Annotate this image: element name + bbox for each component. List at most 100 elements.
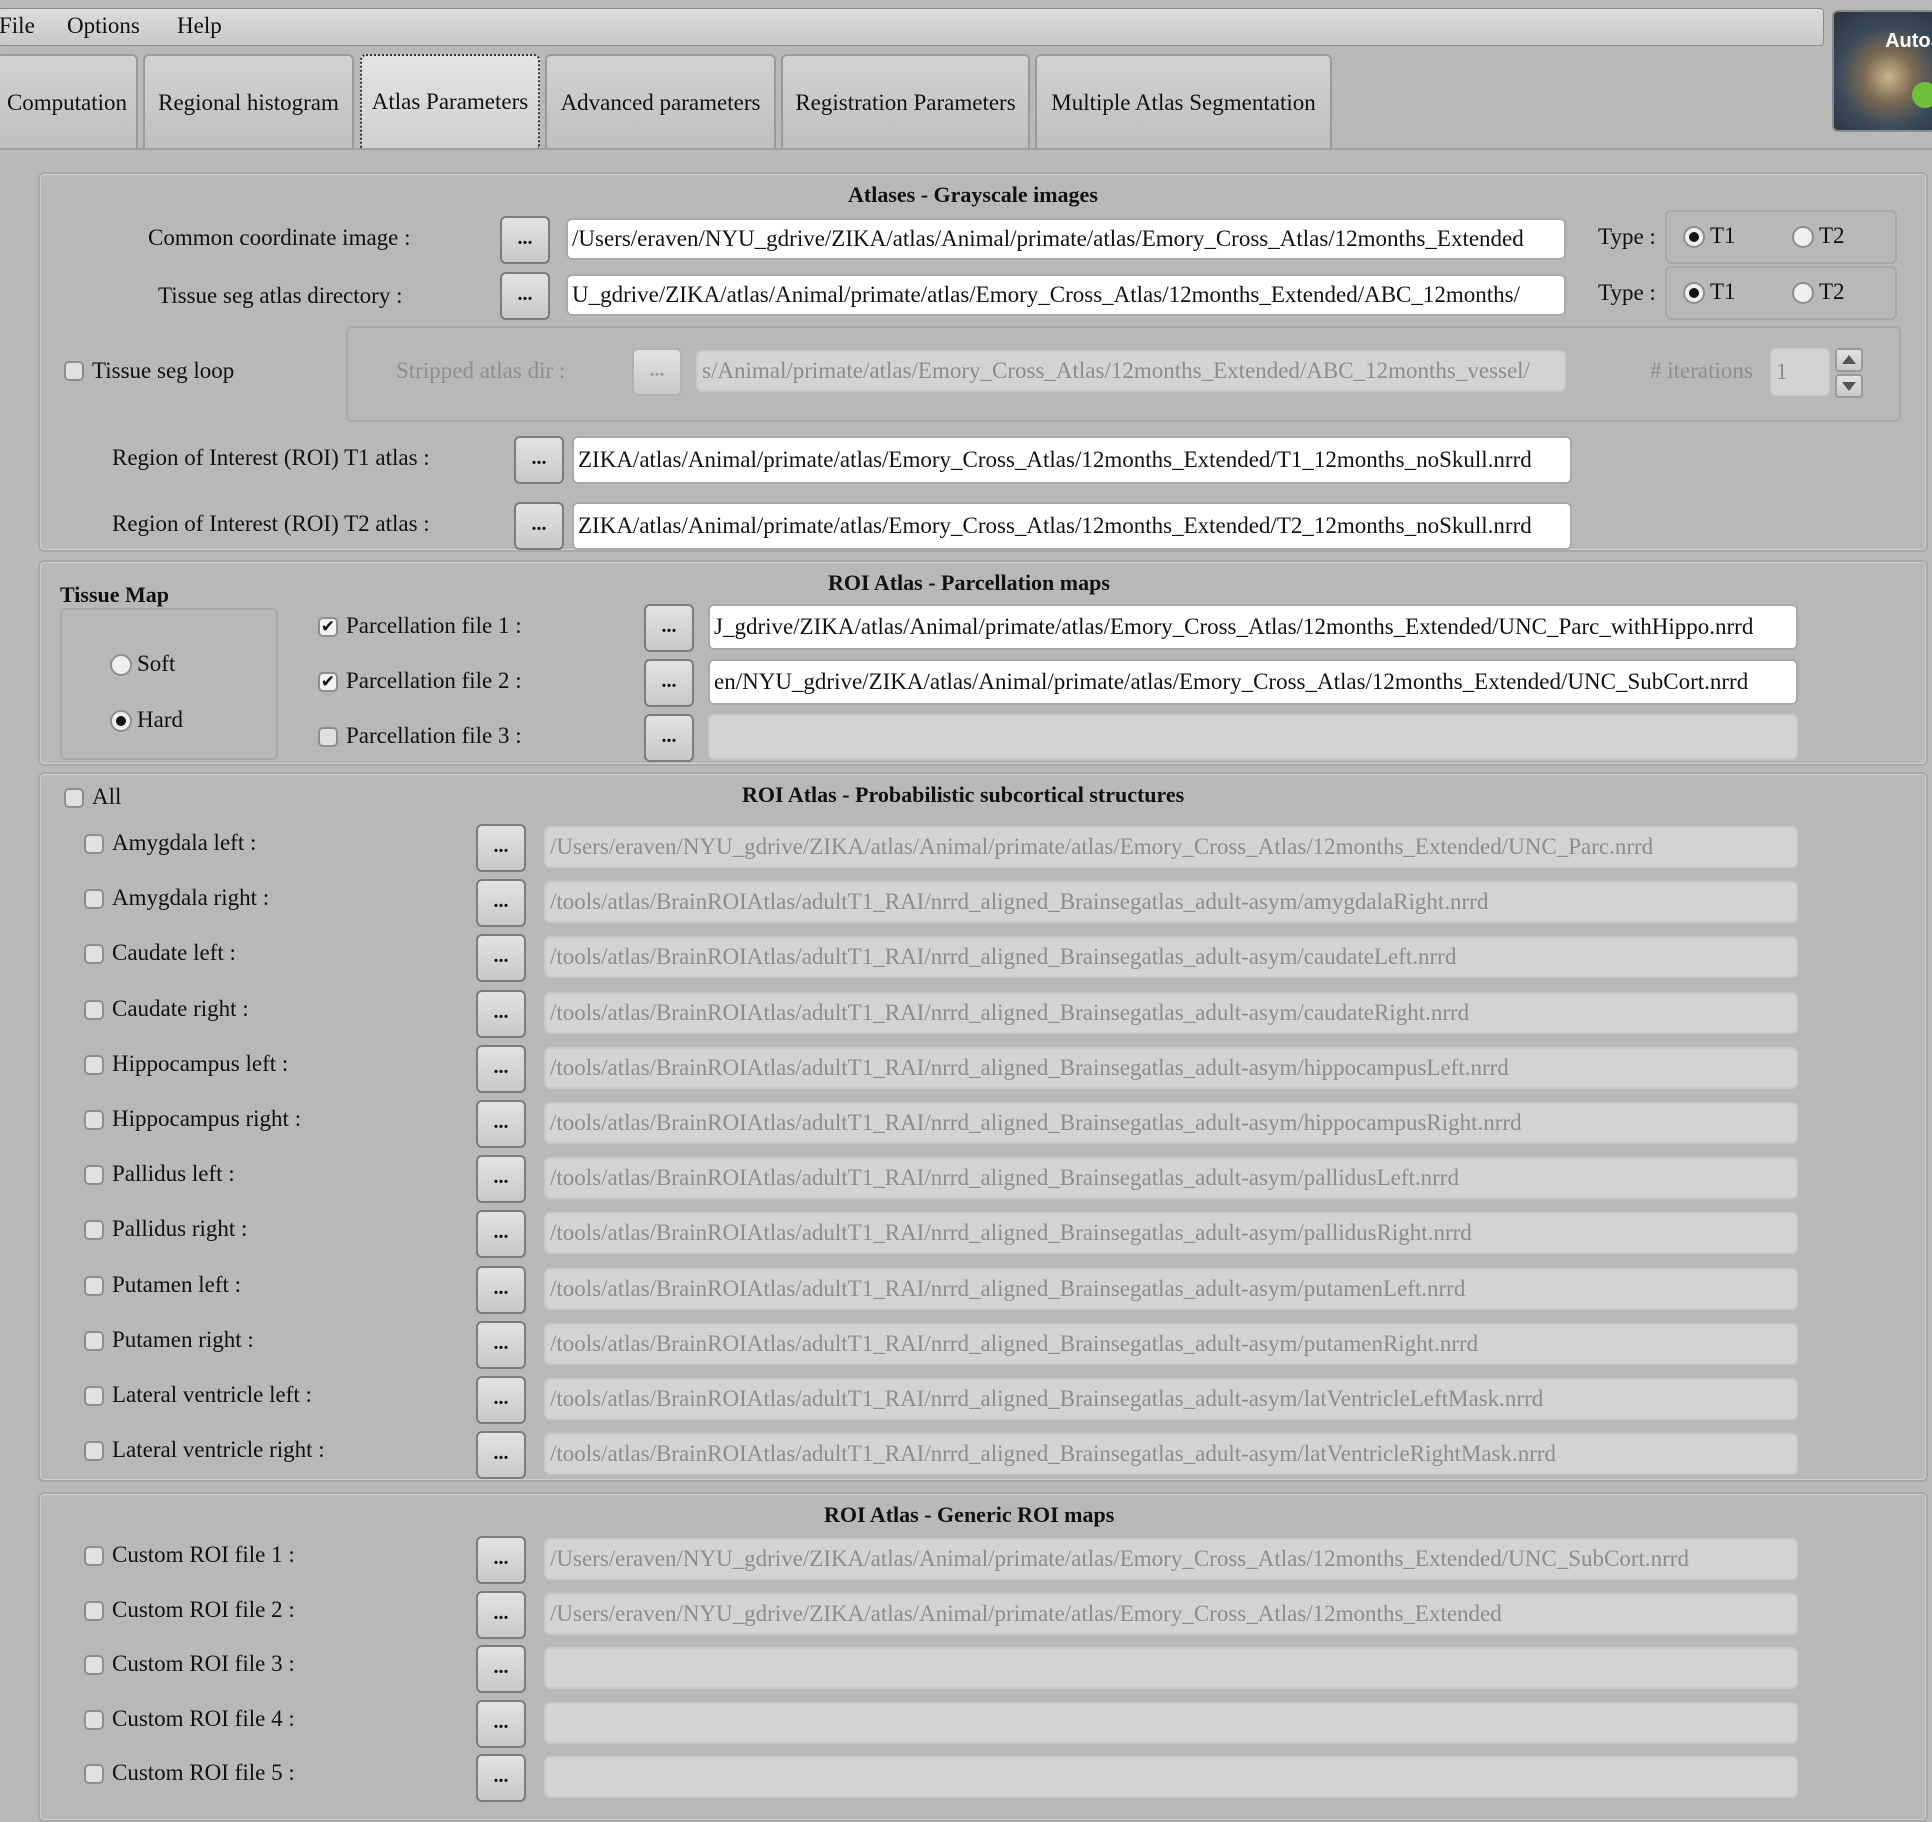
subcortical-structure-label: Hippocampus right : <box>112 1106 302 1131</box>
iterations-increment-button[interactable] <box>1835 348 1863 372</box>
subcortical-structure-label: Putamen left : <box>112 1271 242 1297</box>
parcellation-file-1-label: Parcellation file 1 : <box>346 613 522 638</box>
custom-roi-file-checkbox[interactable] <box>84 1546 104 1566</box>
menu-options[interactable]: Options <box>67 13 140 39</box>
subcortical-structure-browse-button[interactable]: ... <box>476 1100 526 1148</box>
subcortical-structure-checkbox[interactable] <box>84 944 104 965</box>
tissue-map-soft-radio[interactable] <box>110 654 132 676</box>
custom-roi-file-label: Custom ROI file 4 : <box>112 1705 295 1731</box>
parcellation-file-1-checkbox[interactable]: ✔ <box>318 617 338 637</box>
custom-roi-file-browse-button[interactable]: ... <box>476 1754 526 1802</box>
tissue-type-t2-radio[interactable] <box>1792 282 1814 304</box>
custom-roi-file-checkbox[interactable] <box>84 1600 104 1621</box>
custom-roi-file-input[interactable]: /Users/eraven/NYU_gdrive/ZIKA/atlas/Anim… <box>544 1592 1798 1635</box>
tissue-type-label: Type : <box>1598 280 1656 305</box>
tab-registration-parameters[interactable]: Registration Parameters <box>781 54 1030 150</box>
parcellation-maps-group: ROI Atlas - Parcellation maps Tissue Map… <box>38 560 1928 766</box>
custom-roi-file-browse-button[interactable]: ... <box>476 1536 526 1584</box>
subcortical-structure-input[interactable]: /tools/atlas/BrainROIAtlas/adultT1_RAI/n… <box>544 1378 1798 1420</box>
subcortical-structure-input[interactable]: /tools/atlas/BrainROIAtlas/adultT1_RAI/n… <box>544 1046 1798 1089</box>
subcortical-structure-input[interactable]: /tools/atlas/BrainROIAtlas/adultT1_RAI/n… <box>544 936 1798 979</box>
subcortical-structure-browse-button[interactable]: ... <box>476 1210 526 1259</box>
custom-roi-file-checkbox[interactable] <box>84 1655 104 1675</box>
tab-computation[interactable]: Computation <box>0 54 138 150</box>
parcellation-file-2-input[interactable]: en/NYU_gdrive/ZIKA/atlas/Animal/primate/… <box>708 659 1798 705</box>
subcortical-structure-checkbox[interactable] <box>84 1275 104 1296</box>
parcellation-file-3-browse-button[interactable]: ... <box>644 714 694 762</box>
subcortical-structure-input[interactable]: /tools/atlas/BrainROIAtlas/adultT1_RAI/n… <box>544 1157 1798 1200</box>
subcortical-structure-browse-button[interactable]: ... <box>476 1155 526 1204</box>
roi-t1-atlas-browse-button[interactable]: ... <box>514 436 564 484</box>
subcortical-structure-input[interactable]: /tools/atlas/BrainROIAtlas/adultT1_RAI/n… <box>544 1212 1798 1255</box>
subcortical-structure-checkbox[interactable] <box>84 1165 104 1186</box>
subcortical-structure-checkbox[interactable] <box>84 1330 104 1351</box>
parcellation-file-3-input[interactable] <box>708 714 1798 760</box>
parcellation-file-2-browse-button[interactable]: ... <box>644 659 694 707</box>
custom-roi-file-browse-button[interactable]: ... <box>476 1645 526 1693</box>
subcortical-structure-input[interactable]: /tools/atlas/BrainROIAtlas/adultT1_RAI/n… <box>544 1267 1798 1310</box>
tissue-type-t1-radio[interactable] <box>1683 282 1705 304</box>
subcortical-structure-browse-button[interactable]: ... <box>476 879 526 928</box>
subcortical-structure-checkbox[interactable] <box>84 1054 104 1075</box>
subcortical-structure-browse-button[interactable]: ... <box>476 1044 526 1093</box>
subcortical-structure-input[interactable]: /tools/atlas/BrainROIAtlas/adultT1_RAI/n… <box>544 991 1798 1034</box>
custom-roi-file-browse-button[interactable]: ... <box>476 1699 526 1748</box>
subcortical-structure-label: Amygdala right : <box>112 885 270 911</box>
subcortical-structure-checkbox[interactable] <box>84 889 104 910</box>
common-type-t2-radio[interactable] <box>1792 226 1814 248</box>
subcortical-structure-checkbox[interactable] <box>84 999 104 1020</box>
parcellation-file-2-checkbox[interactable]: ✔ <box>318 672 338 692</box>
subcortical-structure-browse-button[interactable]: ... <box>476 824 526 872</box>
menu-file[interactable]: File <box>0 13 35 39</box>
subcortical-structure-input[interactable]: /Users/eraven/NYU_gdrive/ZIKA/atlas/Anim… <box>544 826 1798 868</box>
subcortical-structure-browse-button[interactable]: ... <box>476 1376 526 1424</box>
subcortical-structure-checkbox[interactable] <box>84 1386 104 1406</box>
iterations-input[interactable]: 1 <box>1770 348 1830 396</box>
subcortical-structure-label: Caudate right : <box>112 995 249 1021</box>
subcortical-structure-browse-button[interactable]: ... <box>476 1265 526 1314</box>
tissue-seg-atlas-browse-button[interactable]: ... <box>500 272 550 320</box>
tab-advanced-parameters[interactable]: Advanced parameters <box>545 54 776 150</box>
subcortical-structure-input[interactable]: /tools/atlas/BrainROIAtlas/adultT1_RAI/n… <box>544 1102 1798 1144</box>
subcortical-structure-input[interactable]: /tools/atlas/BrainROIAtlas/adultT1_RAI/n… <box>544 881 1798 924</box>
custom-roi-file-input[interactable] <box>544 1647 1798 1689</box>
subcortical-structure-checkbox[interactable] <box>84 1110 104 1130</box>
subcortical-structure-browse-button[interactable]: ... <box>476 1320 526 1369</box>
tissue-seg-loop-checkbox[interactable] <box>64 361 84 381</box>
subcortical-all-checkbox[interactable] <box>64 788 84 808</box>
iterations-decrement-button[interactable] <box>1835 374 1863 398</box>
custom-roi-file-browse-button[interactable]: ... <box>476 1590 526 1639</box>
parcellation-file-3-checkbox[interactable] <box>318 727 338 747</box>
stripped-atlas-input[interactable]: s/Animal/primate/atlas/Emory_Cross_Atlas… <box>696 350 1566 392</box>
tab-regional-histogram[interactable]: Regional histogram <box>143 54 354 150</box>
custom-roi-file-input[interactable] <box>544 1701 1798 1744</box>
menu-help[interactable]: Help <box>177 13 222 39</box>
subcortical-structure-checkbox[interactable] <box>84 1441 104 1462</box>
roi-t2-atlas-input[interactable]: ZIKA/atlas/Animal/primate/atlas/Emory_Cr… <box>572 502 1572 550</box>
subcortical-structure-browse-button[interactable]: ... <box>476 989 526 1038</box>
subcortical-structure-input[interactable]: /tools/atlas/BrainROIAtlas/adultT1_RAI/n… <box>544 1322 1798 1365</box>
common-type-t1-label: T1 <box>1710 223 1736 248</box>
tab-divider <box>0 148 1932 150</box>
roi-t2-atlas-browse-button[interactable]: ... <box>514 502 564 550</box>
subcortical-structure-checkbox[interactable] <box>84 834 104 854</box>
custom-roi-file-input[interactable]: /Users/eraven/NYU_gdrive/ZIKA/atlas/Anim… <box>544 1538 1798 1580</box>
roi-t1-atlas-input[interactable]: ZIKA/atlas/Animal/primate/atlas/Emory_Cr… <box>572 436 1572 484</box>
tissue-map-hard-radio[interactable] <box>110 710 132 732</box>
tab-atlas-parameters[interactable]: Atlas Parameters <box>360 54 540 150</box>
tab-multiple-atlas-segmentation[interactable]: Multiple Atlas Segmentation <box>1035 54 1332 150</box>
subcortical-structure-browse-button[interactable]: ... <box>476 1431 526 1480</box>
subcortical-structure-input[interactable]: /tools/atlas/BrainROIAtlas/adultT1_RAI/n… <box>544 1433 1798 1476</box>
subcortical-structure-checkbox[interactable] <box>84 1220 104 1241</box>
common-coordinate-browse-button[interactable]: ... <box>500 216 550 264</box>
custom-roi-file-checkbox[interactable] <box>84 1764 104 1784</box>
subcortical-structure-browse-button[interactable]: ... <box>476 934 526 983</box>
tissue-seg-atlas-input[interactable]: U_gdrive/ZIKA/atlas/Animal/primate/atlas… <box>566 274 1566 316</box>
common-coordinate-input[interactable]: /Users/eraven/NYU_gdrive/ZIKA/atlas/Anim… <box>566 218 1566 260</box>
parcellation-file-1-input[interactable]: J_gdrive/ZIKA/atlas/Animal/primate/atlas… <box>708 604 1798 650</box>
parcellation-file-1-browse-button[interactable]: ... <box>644 604 694 652</box>
common-type-t1-radio[interactable] <box>1683 226 1705 248</box>
stripped-atlas-browse-button[interactable]: ... <box>632 348 682 396</box>
custom-roi-file-checkbox[interactable] <box>84 1709 104 1730</box>
roi-t1-atlas-label: Region of Interest (ROI) T1 atlas : <box>112 445 430 470</box>
